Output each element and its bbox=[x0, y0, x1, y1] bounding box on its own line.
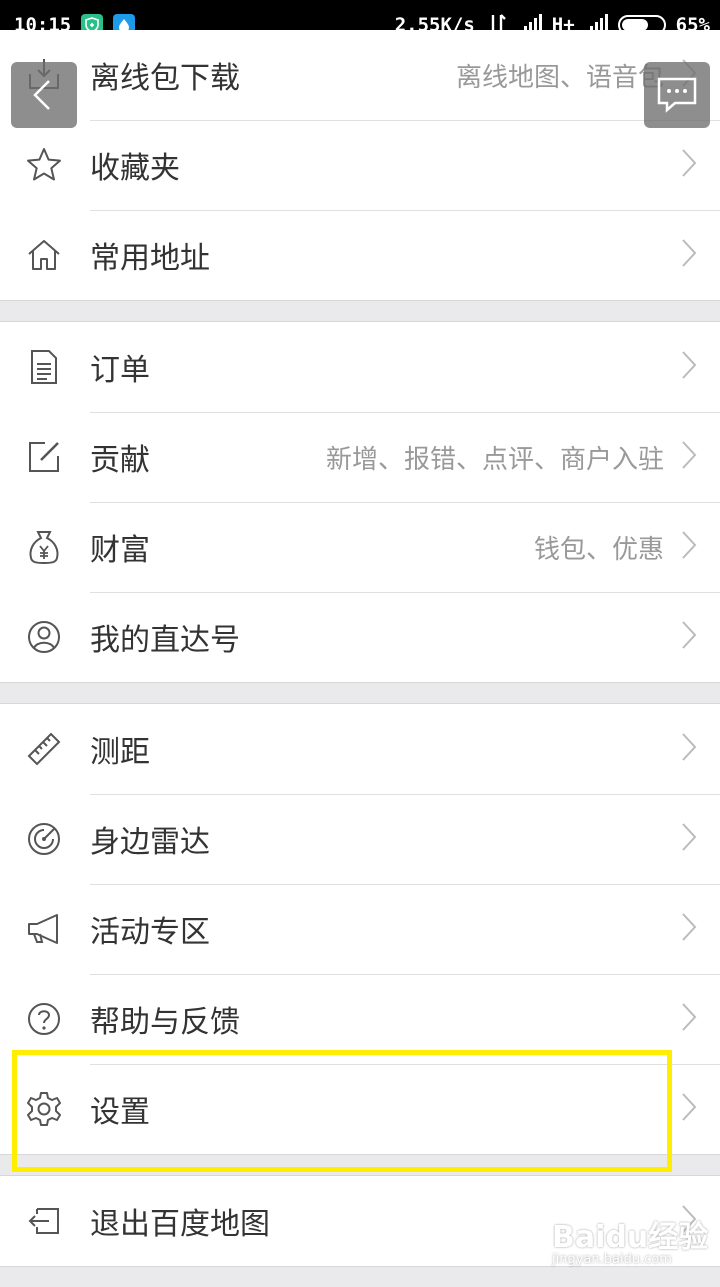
chat-bubble-icon bbox=[657, 77, 697, 113]
radar-icon bbox=[22, 817, 66, 861]
chevron-right-icon bbox=[678, 999, 700, 1039]
menu-item-radar[interactable]: 身边雷达 bbox=[0, 794, 720, 884]
exit-icon bbox=[22, 1199, 66, 1243]
menu-group: 测距身边雷达活动专区帮助与反馈设置 bbox=[0, 703, 720, 1155]
chevron-left-icon bbox=[33, 80, 50, 110]
menu-item-label: 财富 bbox=[90, 533, 150, 568]
menu-item-label: 离线包下载 bbox=[90, 61, 240, 96]
menu-item-subtitle: 钱包、优惠 bbox=[533, 534, 664, 565]
menu-item-label: 订单 bbox=[90, 353, 150, 388]
edit-icon bbox=[22, 435, 66, 479]
gear-icon bbox=[22, 1087, 66, 1131]
menu-item-label: 收藏夹 bbox=[90, 151, 180, 186]
menu-item-label: 退出百度地图 bbox=[90, 1207, 270, 1242]
menu-group: 订单贡献 新增、报错、点评、商户入驻财富 钱包、优惠我的直达号 bbox=[0, 321, 720, 683]
chevron-right-icon bbox=[678, 347, 700, 387]
help-icon bbox=[22, 997, 66, 1041]
chevron-right-icon bbox=[678, 1089, 700, 1129]
menu-item-money-bag[interactable]: 财富 钱包、优惠 bbox=[0, 502, 720, 592]
chevron-right-icon bbox=[678, 819, 700, 859]
menu-item-edit[interactable]: 贡献 新增、报错、点评、商户入驻 bbox=[0, 412, 720, 502]
megaphone-icon bbox=[22, 907, 66, 951]
menu-item-label: 帮助与反馈 bbox=[90, 1005, 240, 1040]
chevron-right-icon bbox=[678, 617, 700, 657]
menu-list: 离线包下载 离线地图、语音包收藏夹常用地址订单贡献 新增、报错、点评、商户入驻财富 钱… bbox=[0, 30, 720, 1287]
chevron-right-icon bbox=[678, 437, 700, 477]
chevron-right-icon bbox=[678, 235, 700, 275]
menu-item-document[interactable]: 订单 bbox=[0, 322, 720, 412]
menu-item-megaphone[interactable]: 活动专区 bbox=[0, 884, 720, 974]
menu-item-subtitle: 新增、报错、点评、商户入驻 bbox=[325, 444, 664, 475]
menu-item-download[interactable]: 离线包下载 离线地图、语音包 bbox=[0, 30, 720, 120]
menu-item-label: 常用地址 bbox=[90, 241, 210, 276]
menu-item-home[interactable]: 常用地址 bbox=[0, 210, 720, 300]
menu-item-label: 身边雷达 bbox=[90, 825, 210, 860]
document-icon bbox=[22, 345, 66, 389]
money-bag-icon bbox=[22, 525, 66, 569]
menu-item-label: 我的直达号 bbox=[90, 623, 240, 658]
chevron-right-icon bbox=[678, 527, 700, 567]
chevron-right-icon bbox=[678, 145, 700, 185]
chevron-right-icon bbox=[678, 729, 700, 769]
menu-item-label: 测距 bbox=[90, 735, 150, 770]
menu-item-label: 活动专区 bbox=[90, 915, 210, 950]
watermark-main: Baidu经验 bbox=[552, 1220, 709, 1255]
user-circle-icon bbox=[22, 615, 66, 659]
back-button[interactable] bbox=[11, 62, 77, 128]
menu-item-label: 设置 bbox=[90, 1095, 150, 1130]
menu-item-help[interactable]: 帮助与反馈 bbox=[0, 974, 720, 1064]
star-icon bbox=[22, 143, 66, 187]
ruler-icon bbox=[22, 727, 66, 771]
menu-item-ruler[interactable]: 测距 bbox=[0, 704, 720, 794]
menu-item-user-circle[interactable]: 我的直达号 bbox=[0, 592, 720, 682]
menu-item-star[interactable]: 收藏夹 bbox=[0, 120, 720, 210]
menu-group: 离线包下载 离线地图、语音包收藏夹常用地址 bbox=[0, 30, 720, 301]
menu-item-subtitle: 离线地图、语音包 bbox=[455, 62, 664, 93]
message-button[interactable] bbox=[644, 62, 710, 128]
baidu-jingyan-watermark: Baidu经验 jingyan.baidu.com bbox=[552, 1212, 708, 1267]
chevron-right-icon bbox=[678, 909, 700, 949]
menu-item-gear[interactable]: 设置 bbox=[0, 1064, 720, 1154]
menu-item-label: 贡献 bbox=[90, 443, 150, 478]
home-icon bbox=[22, 233, 66, 277]
